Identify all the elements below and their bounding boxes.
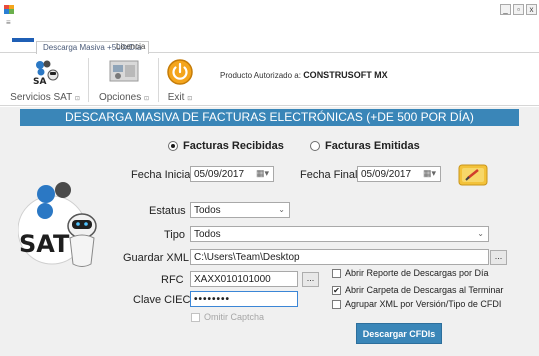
abrir-reporte-checkbox[interactable]: Abrir Reporte de Descargas por Día	[332, 268, 489, 278]
ribbon-group-exit[interactable]: Exit ⊡	[160, 54, 200, 106]
clave-ciec-value: ••••••••	[194, 294, 231, 305]
guardar-xml-path[interactable]: C:\Users\Team\Desktop	[190, 249, 489, 265]
license-prefix: Producto Autorizado a:	[220, 71, 301, 80]
radio-checked-indicator	[168, 141, 178, 151]
app-logo-icon	[4, 5, 14, 14]
agrupar-xml-checkbox[interactable]: Agrupar XML por Versión/Tipo de CFDI	[332, 299, 501, 309]
omitir-captcha-checkbox: Omitir Captcha	[191, 312, 264, 322]
chevron-down-icon: ⌄	[477, 229, 484, 238]
chevron-down-icon: ⌄	[278, 205, 285, 214]
checkbox-box	[191, 312, 200, 322]
license-info: Producto Autorizado a: CONSTRUSOFT MX	[220, 70, 388, 80]
browse-folder-button[interactable]: ...	[490, 250, 507, 265]
clave-ciec-input[interactable]: ••••••••	[190, 291, 298, 307]
options-icon	[109, 60, 139, 82]
rfc-lookup-button[interactable]: ...	[302, 272, 319, 287]
clave-ciec-label: Clave CIEC	[133, 294, 191, 306]
calendar-dropdown-icon[interactable]: ▦▾	[256, 168, 269, 179]
fecha-inicial-value: 05/09/2017	[194, 169, 245, 180]
dialog-launcher-icon[interactable]: ⊡	[75, 96, 80, 102]
title-bar: ≡ _ ▫ x	[0, 0, 539, 30]
abrir-carpeta-checkbox[interactable]: ✔ Abrir Carpeta de Descargas al Terminar	[332, 285, 503, 295]
radio-label-recibidas: Facturas Recibidas	[183, 140, 284, 152]
ribbon-group-opciones[interactable]: Opciones ⊡	[92, 54, 156, 106]
fecha-final-picker[interactable]: 05/09/2017 ▦▾	[357, 166, 441, 182]
descargar-cfdis-button[interactable]: Descargar CFDIs	[356, 323, 442, 344]
radio-facturas-emitidas[interactable]: Facturas Emitidas	[310, 140, 420, 152]
ribbon: SA Servicios SAT ⊡ Opciones ⊡ Exit ⊡	[0, 54, 539, 106]
estatus-value: Todos	[194, 205, 221, 216]
tipo-label: Tipo	[164, 229, 185, 241]
dialog-launcher-icon[interactable]: ⊡	[187, 96, 192, 102]
tipo-value: Todos	[194, 229, 221, 240]
abrir-carpeta-label: Abrir Carpeta de Descargas al Terminar	[345, 285, 504, 295]
fecha-final-value: 05/09/2017	[361, 169, 412, 180]
window-controls: _ ▫ x	[500, 4, 537, 15]
abrir-reporte-label: Abrir Reporte de Descargas por Día	[345, 268, 489, 278]
rfc-value: XAXX010101000	[194, 274, 271, 285]
page-title: DESCARGA MASIVA DE FACTURAS ELECTRÓNICAS…	[20, 109, 519, 126]
sat-logo: SAT	[18, 182, 97, 267]
fecha-inicial-picker[interactable]: 05/09/2017 ▦▾	[190, 166, 274, 182]
ribbon-divider	[88, 58, 89, 102]
ribbon-divider	[158, 58, 159, 102]
guardar-xml-value: C:\Users\Team\Desktop	[194, 252, 300, 263]
close-button[interactable]: x	[526, 4, 537, 15]
ribbon-label-exit: Exit	[167, 92, 185, 103]
calendar-dropdown-icon[interactable]: ▦▾	[423, 168, 436, 179]
power-icon	[167, 59, 193, 85]
edit-dates-button[interactable]	[456, 160, 490, 188]
estatus-label: Estatus	[149, 205, 186, 217]
agrupar-xml-label: Agrupar XML por Versión/Tipo de CFDI	[345, 299, 502, 309]
rfc-label: RFC	[161, 274, 184, 286]
fecha-final-label: Fecha Final	[300, 169, 358, 181]
minimize-button[interactable]: _	[500, 4, 511, 15]
checkbox-box	[332, 268, 341, 278]
guardar-xml-label: Guardar XML	[123, 252, 190, 264]
radio-facturas-recibidas[interactable]: Facturas Recibidas	[168, 140, 284, 152]
quick-access-marker[interactable]: ≡	[6, 18, 11, 27]
logo-text: SAT	[19, 230, 70, 258]
fecha-inicial-label: Fecha Inicial	[131, 169, 193, 181]
ribbon-group-servicios-sat[interactable]: SA Servicios SAT ⊡	[4, 54, 86, 106]
checkmark-icon: ✔	[332, 285, 341, 295]
tab-licencia[interactable]: Licencia	[110, 41, 151, 54]
estatus-select[interactable]: Todos ⌄	[190, 202, 290, 218]
ribbon-label-servicios-sat: Servicios SAT	[10, 92, 73, 103]
ribbon-label-opciones: Opciones	[98, 92, 142, 103]
dialog-launcher-icon[interactable]: ⊡	[144, 96, 149, 102]
sat-service-icon: SA	[33, 60, 59, 86]
svg-text:SA: SA	[33, 77, 46, 86]
radio-unchecked-indicator	[310, 141, 320, 151]
restore-button[interactable]: ▫	[513, 4, 524, 15]
tipo-select[interactable]: Todos ⌄	[190, 226, 489, 242]
omitir-captcha-label: Omitir Captcha	[204, 312, 265, 322]
checkbox-box	[332, 299, 341, 309]
radio-label-emitidas: Facturas Emitidas	[325, 140, 420, 152]
license-company: CONSTRUSOFT MX	[303, 70, 388, 80]
rfc-input[interactable]: XAXX010101000	[190, 271, 298, 287]
